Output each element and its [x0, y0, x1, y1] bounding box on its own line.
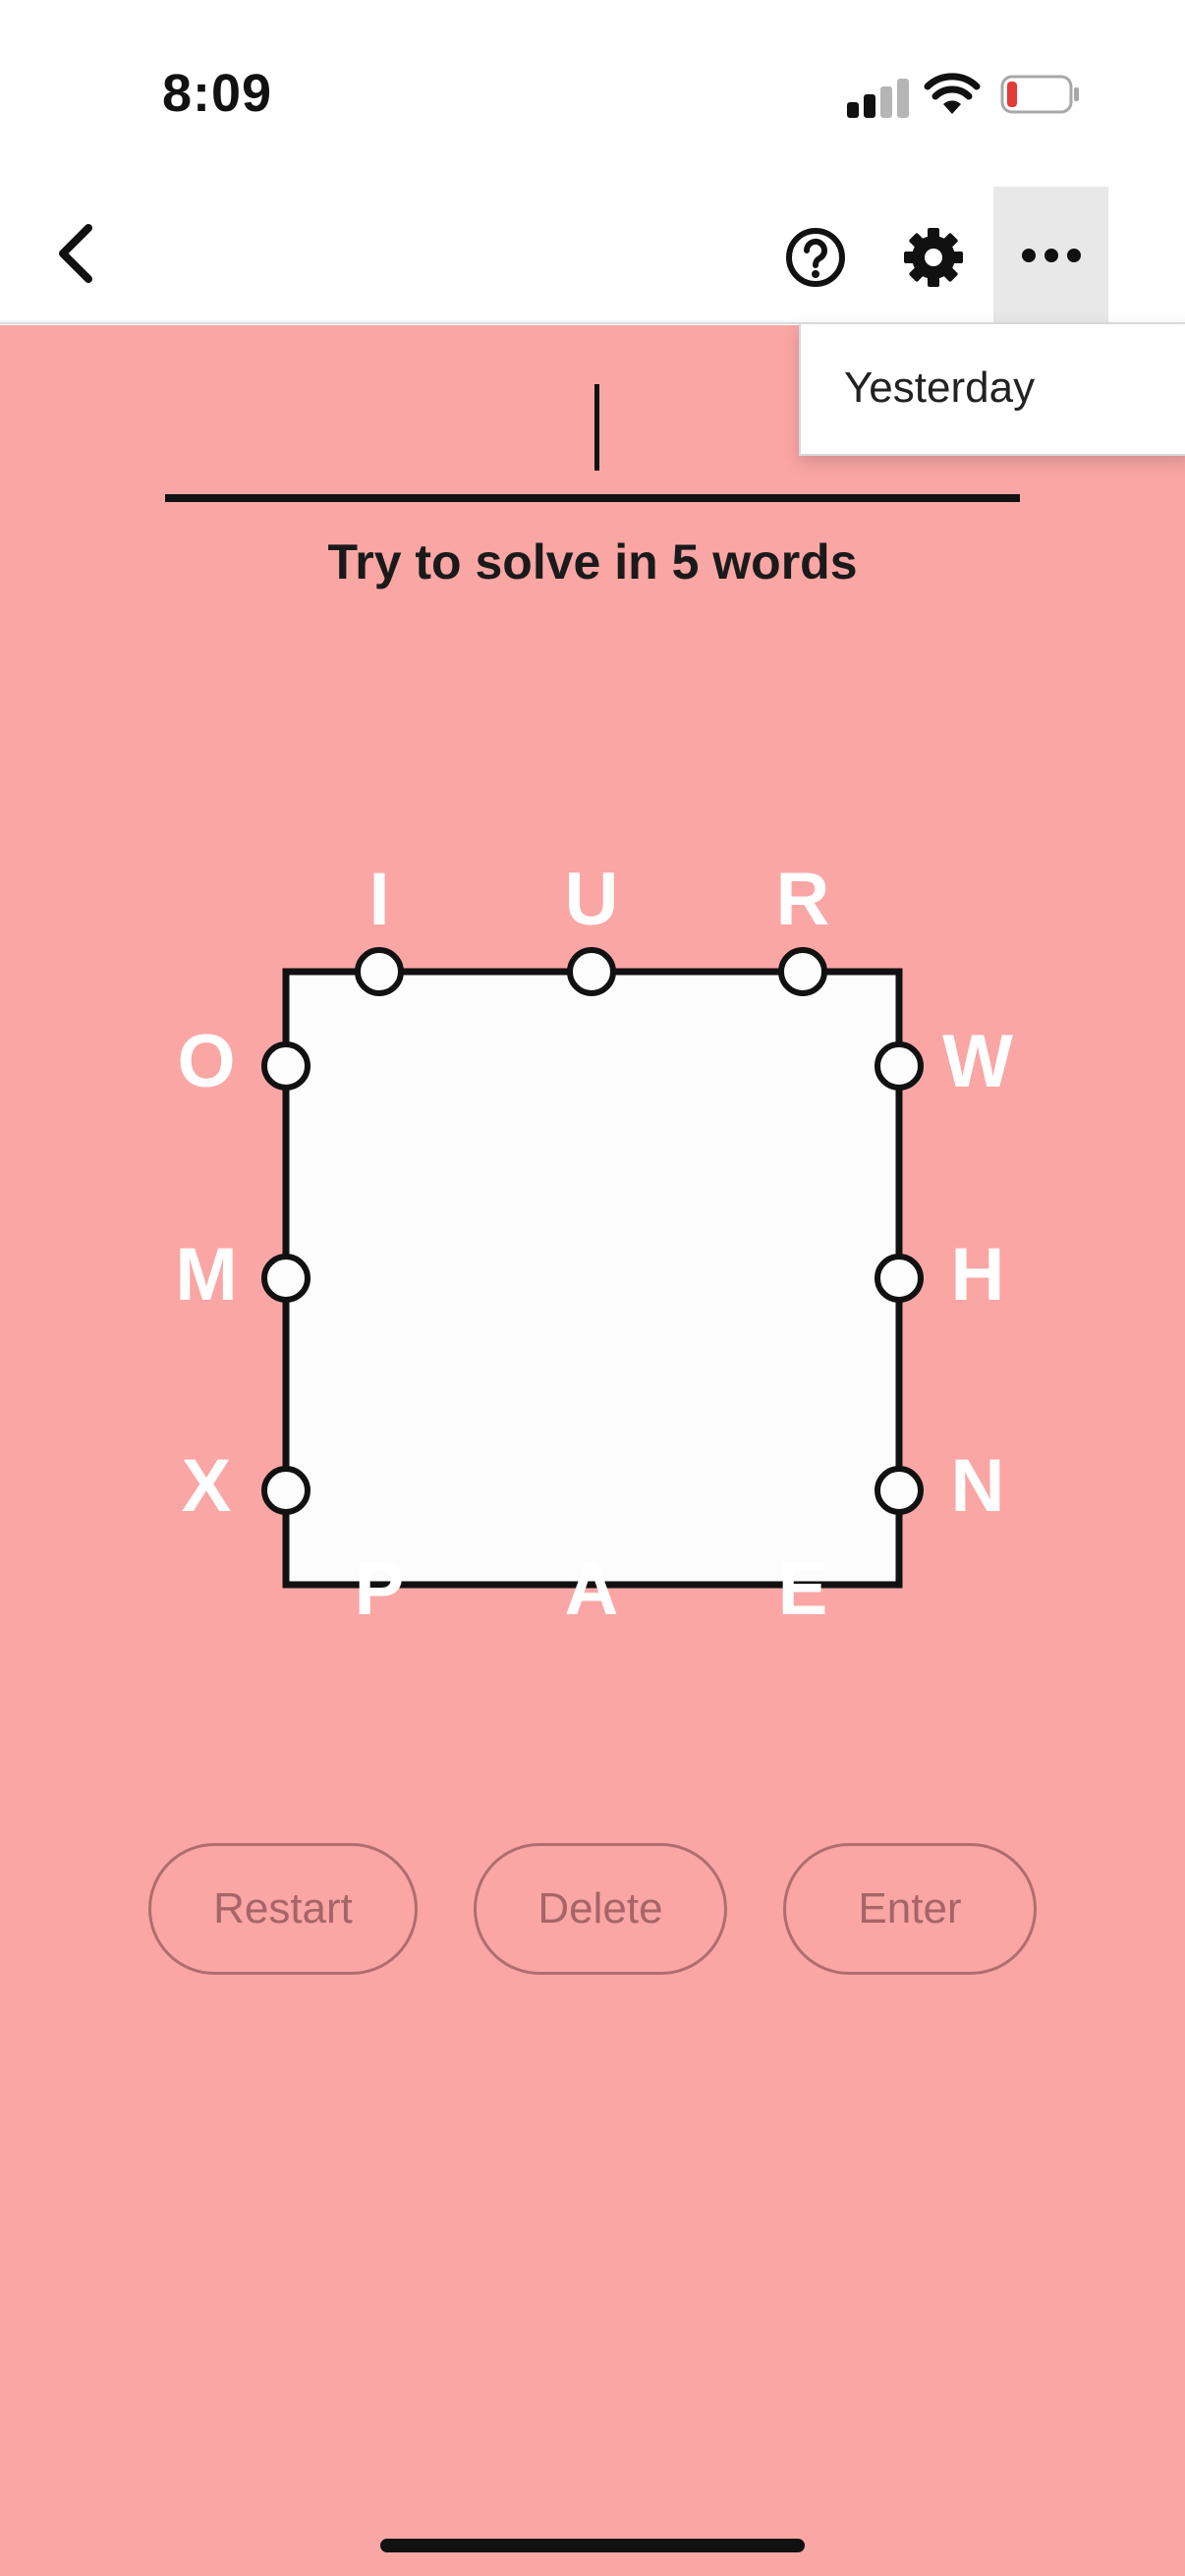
letter-right-2[interactable]: H: [951, 1233, 1005, 1316]
question-circle-icon[interactable]: [776, 218, 855, 297]
letter-boxed-board-bottom: P A E: [355, 1547, 828, 1631]
nav-bar: [0, 187, 1185, 324]
game-controls: Restart Delete Enter: [0, 1843, 1185, 1975]
menu-item-yesterday[interactable]: Yesterday: [844, 364, 1035, 413]
more-options-button[interactable]: [993, 187, 1108, 322]
word-entry-underline: [165, 494, 1020, 502]
gear-icon[interactable]: [894, 218, 973, 297]
dot-left-2[interactable]: [261, 1254, 310, 1303]
options-dropdown-menu: Yesterday: [799, 322, 1185, 456]
letter-left-1[interactable]: O: [177, 1020, 235, 1103]
dot-top-1[interactable]: [355, 947, 404, 996]
letter-top-2[interactable]: U: [565, 858, 619, 941]
cellular-signal-icon: [847, 79, 910, 118]
dot-left-1[interactable]: [261, 1041, 310, 1091]
dot-top-3[interactable]: [778, 947, 827, 996]
delete-button[interactable]: Delete: [474, 1843, 727, 1975]
enter-button[interactable]: Enter: [783, 1843, 1037, 1975]
game-area: Try to solve in 5 words I U R O M X W H …: [0, 325, 1185, 2576]
letter-bottom-2[interactable]: A: [565, 1547, 619, 1631]
text-cursor: [594, 384, 599, 471]
letter-left-2[interactable]: M: [175, 1233, 237, 1316]
letter-bottom-3[interactable]: E: [778, 1547, 828, 1631]
status-time: 8:09: [162, 64, 273, 123]
battery-low-icon: [1000, 75, 1079, 114]
letter-right-1[interactable]: W: [942, 1020, 1013, 1103]
letter-top-3[interactable]: R: [776, 858, 830, 941]
home-indicator[interactable]: [380, 2539, 805, 2552]
status-bar: 8:09: [0, 0, 1185, 187]
wifi-icon: [924, 73, 981, 114]
dot-top-2[interactable]: [567, 947, 616, 996]
restart-button[interactable]: Restart: [148, 1843, 418, 1975]
letter-bottom-1[interactable]: P: [355, 1547, 405, 1631]
solve-hint: Try to solve in 5 words: [327, 534, 858, 589]
back-chevron-icon[interactable]: [39, 214, 118, 293]
dot-right-1[interactable]: [875, 1041, 924, 1091]
letter-top-1[interactable]: I: [368, 858, 389, 941]
ellipsis-icon: [1022, 249, 1081, 262]
dot-right-2[interactable]: [875, 1254, 924, 1303]
